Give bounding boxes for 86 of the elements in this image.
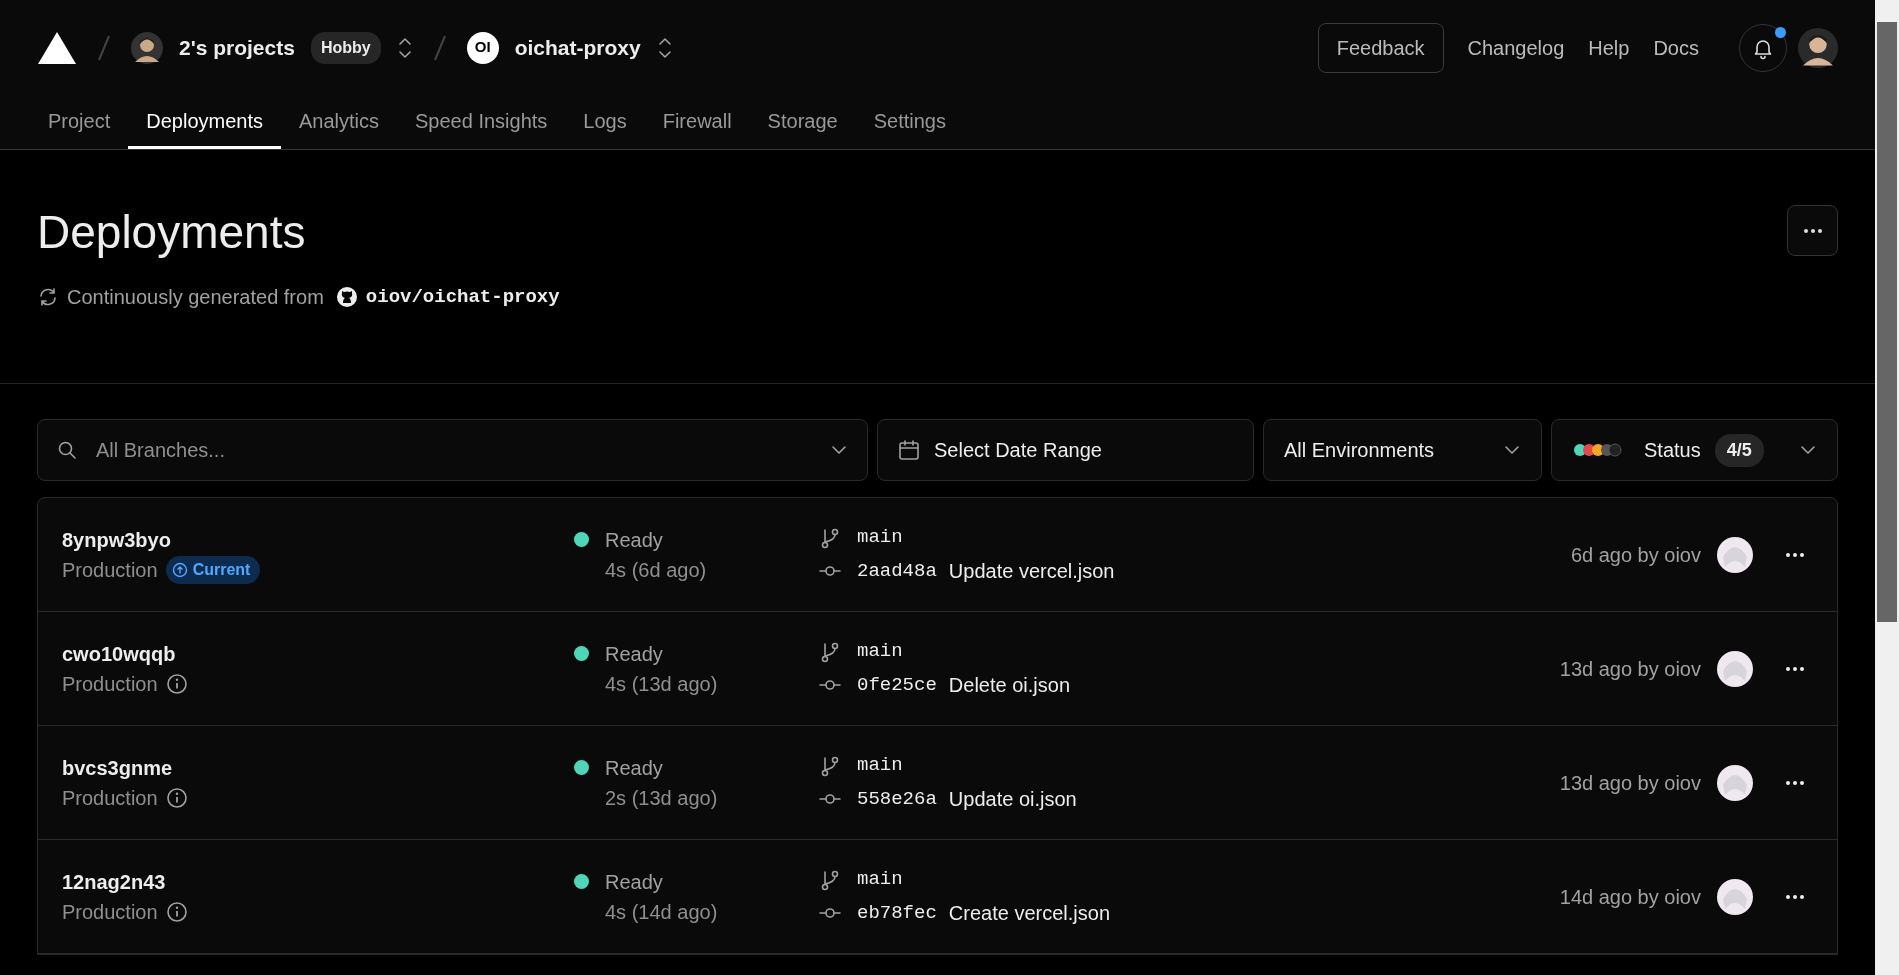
ellipsis-icon: [1785, 552, 1805, 559]
nav-tab[interactable]: Analytics: [280, 95, 397, 149]
page-title: Deployments: [37, 205, 306, 260]
duration-text: 4s (13d ago): [605, 671, 719, 697]
status-dropdown[interactable]: Status 4/5: [1551, 419, 1838, 481]
status-dots-icon: [1572, 442, 1622, 458]
branch-name[interactable]: main: [857, 751, 903, 780]
github-icon[interactable]: [335, 286, 358, 309]
environment-label: Production: [62, 785, 158, 811]
avatar-icon[interactable]: [1717, 764, 1753, 801]
avatar-icon[interactable]: [131, 31, 163, 64]
scrollbar[interactable]: [1875, 0, 1899, 975]
calendar-icon: [898, 439, 920, 461]
status-text: Ready: [605, 869, 663, 895]
ellipsis-icon: [1785, 780, 1805, 787]
deploy-time: 13d ago by oiov: [1559, 656, 1701, 682]
deployment-id[interactable]: 8ynpw3byo: [62, 524, 574, 555]
avatar-icon[interactable]: [1717, 878, 1753, 915]
date-range-button[interactable]: Select Date Range: [877, 419, 1254, 481]
nav-tab[interactable]: Speed Insights: [397, 95, 566, 149]
commit-hash[interactable]: eb78fec: [857, 898, 937, 927]
environment-label: Production: [62, 899, 158, 925]
commit-hash[interactable]: 558e26a: [857, 784, 937, 813]
avatar-icon[interactable]: [1798, 27, 1838, 68]
commit-message[interactable]: Update oi.json: [948, 783, 1077, 814]
deploy-time: 14d ago by oiov: [1559, 884, 1701, 910]
status-dot: [574, 646, 589, 661]
feedback-button[interactable]: Feedback: [1317, 22, 1444, 73]
status-text: Ready: [605, 641, 663, 667]
deployment-id[interactable]: cwo10wqqb: [62, 638, 574, 669]
slash-divider: [432, 33, 447, 62]
duration-text: 4s (14d ago): [605, 899, 719, 925]
team-name[interactable]: 2's projects: [179, 31, 295, 64]
commit-hash[interactable]: 2aad48a: [857, 556, 937, 585]
environment-dropdown[interactable]: All Environments: [1263, 419, 1542, 481]
plan-badge: Hobby: [310, 31, 381, 64]
status-text: Ready: [605, 527, 663, 553]
status-dot: [574, 760, 589, 775]
status-dot: [574, 874, 589, 889]
nav-tab[interactable]: Firewall: [644, 95, 750, 149]
duration-text: 4s (6d ago): [605, 557, 708, 583]
avatar-icon[interactable]: [1717, 650, 1753, 687]
branch-icon: [819, 868, 841, 891]
duration-text: 2s (13d ago): [605, 785, 719, 811]
status-dot: [574, 532, 589, 547]
nav-link[interactable]: Changelog: [1467, 32, 1565, 63]
repo-link[interactable]: oiov/oichat-proxy: [365, 282, 560, 312]
project-logo: OI: [466, 31, 499, 64]
branch-icon: [819, 754, 841, 777]
nav-tab[interactable]: Settings: [855, 95, 964, 149]
current-badge: Current: [165, 555, 261, 584]
project-name[interactable]: oichat-proxy: [514, 31, 641, 64]
nav-link[interactable]: Help: [1588, 32, 1630, 63]
nav-tab[interactable]: Deployments: [128, 95, 281, 149]
commit-message[interactable]: Create vercel.json: [948, 897, 1110, 928]
environment-label: Production: [62, 671, 158, 697]
count-badge: 4/5: [1714, 433, 1764, 467]
nav-tab[interactable]: Logs: [565, 95, 645, 149]
branch-icon: [819, 526, 841, 549]
branch-search-field[interactable]: All Branches...: [37, 419, 868, 481]
status-text: Ready: [605, 755, 663, 781]
nav-tab[interactable]: Storage: [749, 95, 856, 149]
environment-label: Production: [62, 557, 158, 583]
branch-name[interactable]: main: [857, 523, 903, 552]
nav-tab[interactable]: Project: [30, 95, 129, 149]
ellipsis-icon: [1802, 227, 1823, 234]
branch-name[interactable]: main: [857, 865, 903, 894]
refresh-icon: [37, 286, 59, 309]
status-label: Status: [1644, 438, 1701, 463]
branch-icon: [819, 640, 841, 663]
source-text: Continuously generated from: [67, 285, 324, 311]
commit-message[interactable]: Update vercel.json: [948, 555, 1115, 586]
commit-hash[interactable]: 0fe25ce: [857, 670, 937, 699]
ellipsis-icon: [1785, 666, 1805, 673]
slash-divider: [97, 33, 111, 62]
ellipsis-icon: [1785, 894, 1805, 901]
search-icon: [57, 440, 77, 460]
commit-message[interactable]: Delete oi.json: [948, 669, 1070, 700]
arrow-up-circle-icon: [171, 561, 188, 578]
deploy-time: 13d ago by oiov: [1559, 770, 1701, 796]
nav-link[interactable]: Docs: [1653, 32, 1699, 63]
deploy-time: 6d ago by oiov: [1570, 542, 1701, 568]
deployment-id[interactable]: bvcs3gnme: [62, 752, 574, 783]
avatar-icon[interactable]: [1717, 536, 1753, 573]
deployment-id[interactable]: 12nag2n43: [62, 866, 574, 897]
branch-name[interactable]: main: [857, 637, 903, 666]
